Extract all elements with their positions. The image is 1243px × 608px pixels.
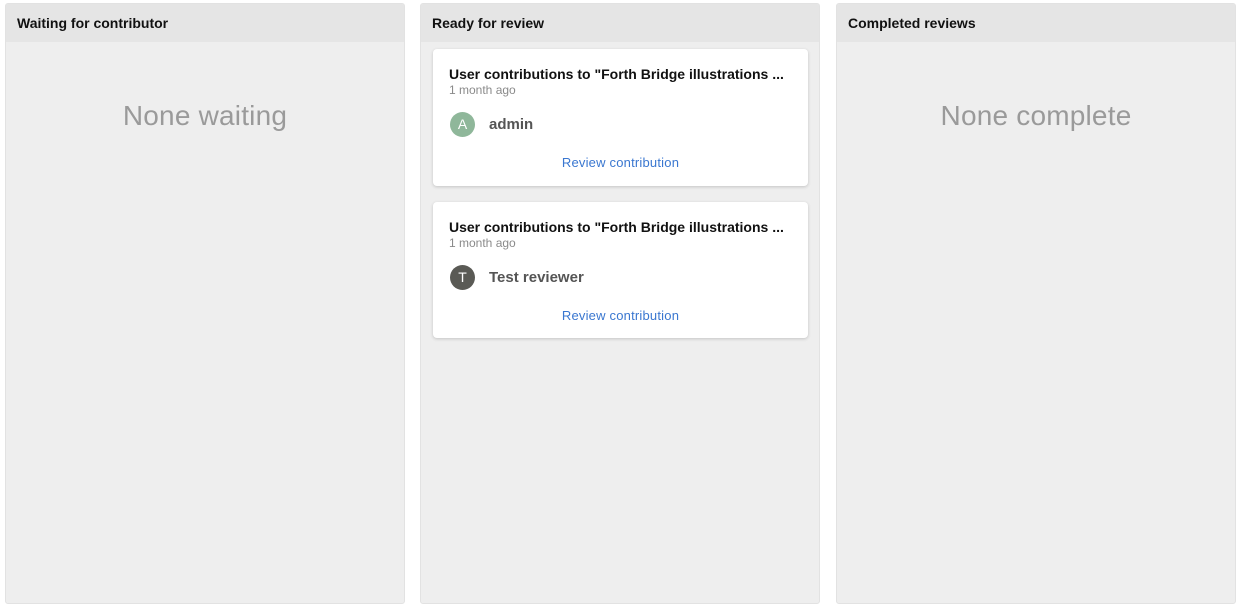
contribution-card: User contributions to "Forth Bridge illu…: [433, 202, 808, 338]
column-ready-for-review: Ready for review User contributions to "…: [420, 3, 820, 604]
column-waiting-for-contributor: Waiting for contributor None waiting: [5, 3, 405, 604]
column-header: Waiting for contributor: [6, 4, 404, 42]
review-board: Waiting for contributor None waiting Rea…: [0, 0, 1243, 608]
card-title: User contributions to "Forth Bridge illu…: [449, 66, 784, 82]
empty-state-text: None complete: [940, 100, 1132, 131]
review-contribution-link[interactable]: Review contribution: [449, 308, 792, 323]
avatar: T: [450, 264, 475, 290]
user-name: admin: [489, 115, 534, 133]
column-header: Completed reviews: [837, 4, 1235, 42]
column-header: Ready for review: [421, 4, 819, 42]
card-user: A admin: [449, 111, 792, 137]
card-title: User contributions to "Forth Bridge illu…: [449, 219, 784, 235]
card-user: T Test reviewer: [449, 264, 792, 290]
card-timestamp: 1 month ago: [449, 83, 516, 97]
empty-state-text: None waiting: [122, 100, 288, 131]
avatar: A: [450, 111, 475, 137]
user-name: Test reviewer: [489, 268, 584, 286]
review-contribution-link[interactable]: Review contribution: [449, 155, 792, 170]
contribution-card: User contributions to "Forth Bridge illu…: [433, 49, 808, 186]
card-timestamp: 1 month ago: [449, 236, 516, 250]
column-completed-reviews: Completed reviews None complete: [836, 3, 1236, 604]
